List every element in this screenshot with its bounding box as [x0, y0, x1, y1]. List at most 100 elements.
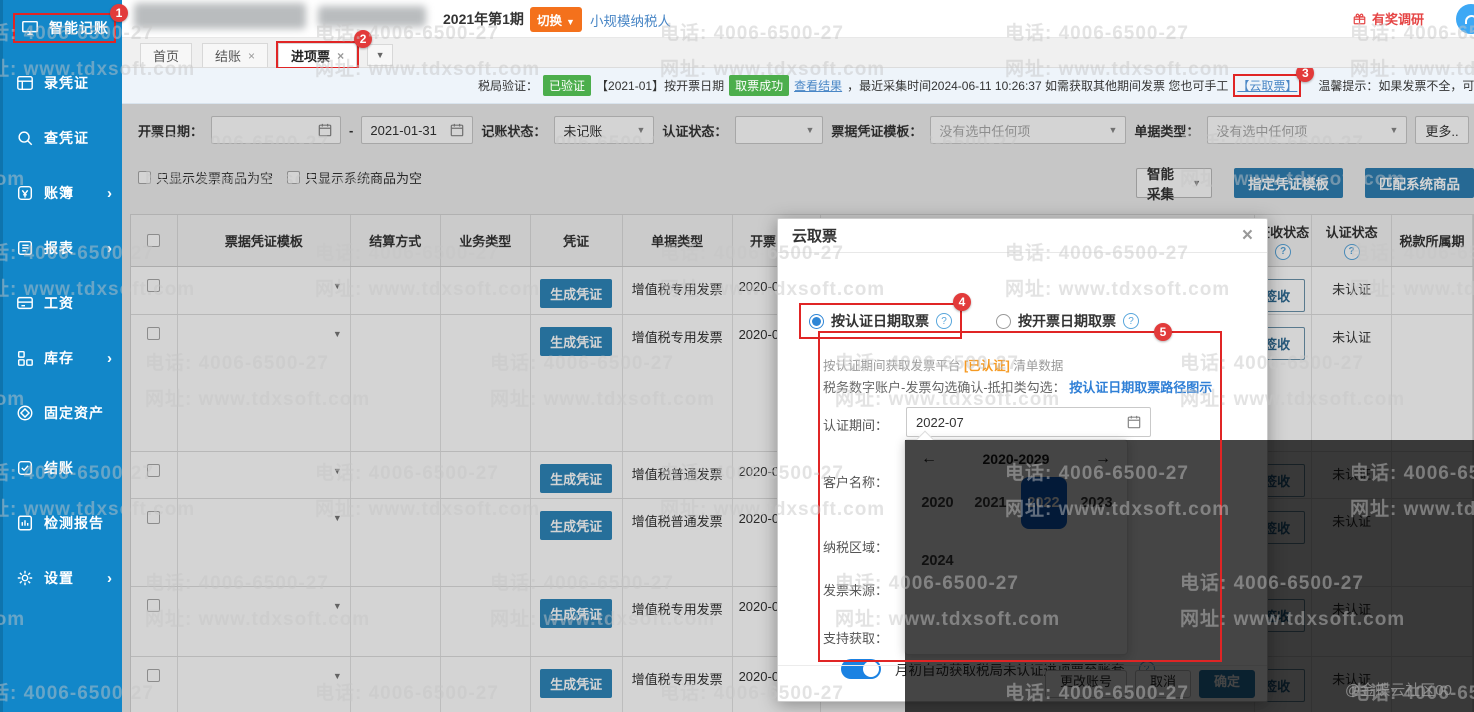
- close-icon[interactable]: ×: [1242, 226, 1253, 245]
- certified-highlight: [已认证]: [964, 359, 1010, 373]
- report-icon: [15, 238, 35, 258]
- row-checkbox[interactable]: [147, 327, 160, 340]
- help-icon[interactable]: ?: [1344, 244, 1360, 260]
- year-cell-2024[interactable]: 2024: [911, 532, 964, 590]
- sidebar-item-ledger[interactable]: 账簿 ›: [3, 178, 122, 208]
- calendar-icon[interactable]: [318, 123, 332, 137]
- next-decade-arrow-icon[interactable]: →: [1095, 450, 1111, 468]
- taxpayer-type-label: 小规模纳税人: [590, 10, 671, 30]
- sidebar-item-reports[interactable]: 报表 ›: [3, 233, 122, 263]
- template-dropdown-icon[interactable]: ▼: [333, 671, 342, 681]
- generate-voucher-button[interactable]: 生成凭证: [540, 511, 612, 540]
- customer-service-icon[interactable]: [1456, 4, 1474, 34]
- row-checkbox[interactable]: [147, 669, 160, 682]
- radio-fetch-by-auth-date[interactable]: 按认证日期取票 ? 4: [801, 305, 960, 337]
- auth-status-select[interactable]: ▼: [735, 116, 823, 144]
- chevron-right-icon: ›: [107, 350, 112, 367]
- tab-list-dropdown[interactable]: ▼: [367, 44, 393, 66]
- tab-input-invoices[interactable]: 进项票 × 2: [278, 43, 357, 67]
- checkbox-icon[interactable]: [138, 171, 151, 184]
- doc-type-cell: 增值税专用发票: [623, 267, 733, 314]
- sidebar-item-closing[interactable]: 结账: [3, 453, 122, 483]
- close-tab-icon[interactable]: ×: [337, 49, 344, 63]
- template-dropdown-icon[interactable]: ▼: [333, 329, 342, 339]
- auth-period-input[interactable]: 2022-07: [906, 407, 1151, 437]
- filter-empty-invoice-goods-checkbox[interactable]: 只显示发票商品为空: [138, 168, 273, 187]
- column-header: 单据类型: [623, 215, 733, 266]
- table-cell: [131, 587, 178, 656]
- column-header: 票据凭证模板: [178, 215, 351, 266]
- tab-closing[interactable]: 结账 ×: [202, 43, 268, 67]
- voucher-template-select[interactable]: 没有选中任何项 ▼: [930, 116, 1126, 144]
- sidebar-item-settings[interactable]: 设置 ›: [3, 563, 122, 593]
- column-header: 结算方式: [351, 215, 441, 266]
- path-diagram-link[interactable]: 按认证日期取票路径图示: [1069, 380, 1212, 395]
- sidebar-item-salary[interactable]: 工资: [3, 288, 122, 318]
- table-cell: [1392, 315, 1473, 451]
- table-cell: [351, 452, 441, 498]
- year-cell-2022[interactable]: 2022: [1017, 474, 1070, 532]
- date-to-input[interactable]: 2021-01-31: [361, 116, 473, 144]
- match-system-goods-button[interactable]: 匹配系统商品: [1365, 168, 1474, 198]
- row-checkbox[interactable]: [147, 599, 160, 612]
- sidebar-item-check-report[interactable]: 检测报告: [3, 508, 122, 538]
- table-cell: ▼: [178, 267, 351, 314]
- close-tab-icon[interactable]: ×: [248, 49, 255, 63]
- cancel-button[interactable]: 取消: [1135, 670, 1191, 698]
- switch-period-button[interactable]: 切换▼: [530, 7, 582, 32]
- survey-link[interactable]: 有奖调研: [1352, 9, 1424, 28]
- year-cell-2021[interactable]: 2021: [964, 474, 1017, 532]
- gift-icon: [1352, 11, 1367, 26]
- app-root: 智能记账 1 录凭证 查凭证 账簿 › 报表: [0, 0, 1474, 712]
- booking-status-label: 记账状态：: [481, 121, 546, 140]
- sidebar-item-voucher-entry[interactable]: 录凭证: [3, 68, 122, 98]
- sidebar-item-smart-accounting[interactable]: 智能记账 1: [3, 13, 122, 43]
- checkbox-icon[interactable]: [287, 171, 300, 184]
- prev-decade-arrow-icon[interactable]: ←: [921, 450, 937, 468]
- select-all-checkbox[interactable]: [147, 234, 160, 247]
- table-cell: [1392, 657, 1473, 712]
- sidebar-item-voucher-search[interactable]: 查凭证: [3, 123, 122, 153]
- caret-down-icon: ▼: [376, 50, 385, 60]
- template-dropdown-icon[interactable]: ▼: [333, 601, 342, 611]
- sidebar-item-fixed-assets[interactable]: 固定资产: [3, 398, 122, 428]
- template-dropdown-icon[interactable]: ▼: [333, 466, 342, 476]
- row-checkbox[interactable]: [147, 464, 160, 477]
- table-cell: [441, 267, 531, 314]
- generate-voucher-button[interactable]: 生成凭证: [540, 669, 612, 698]
- row-checkbox[interactable]: [147, 279, 160, 292]
- decade-range-label: 2020-2029: [937, 451, 1095, 467]
- cloud-fetch-link[interactable]: 【云取票】 3: [1235, 76, 1299, 95]
- year-cell-2020[interactable]: 2020: [911, 474, 964, 532]
- radio-fetch-by-invoice-date[interactable]: 按开票日期取票 ?: [996, 305, 1139, 337]
- inventory-icon: [15, 348, 35, 368]
- more-filters-button[interactable]: 更多..: [1415, 116, 1468, 144]
- view-result-link[interactable]: 查看结果: [794, 77, 842, 94]
- smart-collect-button[interactable]: 智能采集 ▼: [1136, 168, 1212, 198]
- date-from-input[interactable]: [211, 116, 341, 144]
- notice-tip: 温馨提示：如果发票不全，可再次点击云取票: [1318, 77, 1474, 94]
- generate-voucher-button[interactable]: 生成凭证: [540, 599, 612, 628]
- generate-voucher-button[interactable]: 生成凭证: [540, 464, 612, 493]
- row-checkbox[interactable]: [147, 511, 160, 524]
- generate-voucher-button[interactable]: 生成凭证: [540, 327, 612, 356]
- calendar-icon[interactable]: [1127, 415, 1141, 429]
- booking-status-select[interactable]: 未记账 ▼: [554, 116, 654, 144]
- year-cell-2023[interactable]: 2023: [1070, 474, 1123, 532]
- confirm-button[interactable]: 确定: [1199, 670, 1255, 698]
- assign-template-button[interactable]: 指定凭证模板: [1234, 168, 1343, 198]
- generate-voucher-button[interactable]: 生成凭证: [540, 279, 612, 308]
- caret-down-icon: ▼: [805, 125, 814, 135]
- filter-empty-system-goods-checkbox[interactable]: 只显示系统商品为空: [287, 168, 422, 187]
- help-icon[interactable]: ?: [1123, 313, 1139, 329]
- calendar-icon[interactable]: [450, 123, 464, 137]
- table-cell: [131, 315, 178, 451]
- tab-home[interactable]: 首页: [140, 43, 192, 67]
- template-dropdown-icon[interactable]: ▼: [333, 513, 342, 523]
- doc-type-select[interactable]: 没有选中任何项 ▼: [1207, 116, 1407, 144]
- change-account-button[interactable]: 更改账号: [1045, 670, 1127, 698]
- template-dropdown-icon[interactable]: ▼: [333, 281, 342, 291]
- sidebar-item-inventory[interactable]: 库存 ›: [3, 343, 122, 373]
- help-icon[interactable]: ?: [936, 313, 952, 329]
- help-icon[interactable]: ?: [1275, 244, 1291, 260]
